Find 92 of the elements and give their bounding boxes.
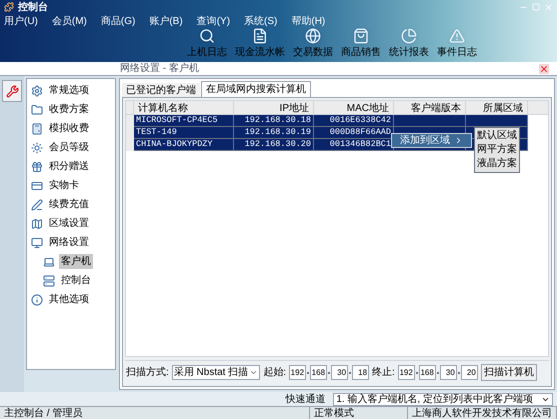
sidebar-item[interactable]: 控制台 (59, 273, 93, 288)
ip-octet-field[interactable]: 192 (289, 365, 306, 380)
menu-item[interactable]: 系统(S) (244, 14, 278, 28)
ip-octet-field[interactable]: 30 (331, 365, 348, 380)
table-cell: MICROSOFT-CP4EC5 (136, 115, 218, 125)
sidebar-item[interactable]: 区域设置 (47, 216, 91, 231)
menu-item[interactable]: 会员(M) (52, 14, 87, 28)
side-tab[interactable] (2, 80, 22, 102)
ip-octet-field[interactable]: 192 (398, 365, 415, 380)
quick-locate-label: 快速通道 (285, 392, 326, 406)
menu-item[interactable]: 帮助(H) (291, 14, 326, 28)
end-label: 终止: (372, 366, 395, 380)
ip-octet-field[interactable]: 168 (310, 365, 328, 380)
sidebar-item[interactable]: 模拟收费 (47, 121, 91, 136)
toolbar-button[interactable]: 交易数据 (292, 28, 334, 60)
status-text: 正常模式 (310, 406, 408, 419)
pen-icon (31, 198, 43, 210)
menu-item[interactable]: 查询(Y) (196, 14, 230, 28)
document-icon (252, 28, 268, 44)
server-icon (43, 274, 55, 286)
table-row[interactable]: MICROSOFT-CP4EC5 192.168.30.18 0016E6338C42 (126, 115, 528, 127)
scan-method-label: 扫描方式: (126, 366, 169, 380)
submenu-item[interactable]: 液晶方案 (477, 157, 517, 171)
globe-icon (305, 28, 321, 44)
window-title: 控制台 (18, 0, 48, 14)
toolbar-button[interactable]: 统计报表 (388, 28, 430, 60)
sidebar-item[interactable]: 常规选项 (47, 83, 91, 98)
card-icon (31, 180, 43, 192)
menu-item[interactable]: 账户(B) (149, 14, 183, 28)
sidebar-item[interactable]: 积分赠送 (47, 159, 91, 174)
sun-icon (31, 142, 43, 154)
menu-item[interactable]: 用户(U) (4, 14, 38, 28)
table-cell: 192.168.30.20 (244, 139, 311, 149)
table-cell: CHINA-BJOKYPDZY (136, 139, 213, 149)
start-label: 起始: (263, 366, 286, 380)
sidebar-item[interactable]: 会员等级 (47, 140, 91, 155)
table-cell: 192.168.30.18 (244, 115, 311, 125)
table-cell: 192.168.30.19 (244, 127, 311, 137)
sidebar-item[interactable]: 客户机 (59, 254, 93, 269)
pie-chart-icon (401, 28, 417, 44)
ip-octet-field[interactable]: 20 (460, 365, 478, 380)
status-text: 上海商人软件开发技术有限公司 (408, 406, 557, 419)
laptop-icon (43, 256, 55, 268)
warning-icon (449, 28, 465, 44)
toolbar-button[interactable]: 商品销售 (340, 28, 382, 60)
breadcrumb: 网络设置 - 客户机 (120, 62, 199, 76)
maximize-icon[interactable] (532, 3, 540, 11)
dot-separator (458, 372, 460, 374)
column-header[interactable]: 计算机名称 (134, 101, 234, 114)
close-icon[interactable] (539, 64, 549, 74)
map-icon (31, 218, 43, 230)
magnifier-icon (199, 28, 215, 44)
sidebar-item[interactable]: 网络设置 (47, 235, 91, 250)
table-cell: 000D88F66AAD (330, 127, 391, 137)
ip-octet-field[interactable]: 168 (418, 365, 436, 380)
tab[interactable]: 在局域网内搜索计算机 (201, 81, 311, 97)
sidebar-item[interactable]: 续费充值 (47, 197, 91, 212)
column-header[interactable]: IP地址 (234, 101, 314, 114)
ip-octet-field[interactable]: 18 (352, 365, 370, 380)
scan-button[interactable]: 扫描计算机 (480, 364, 537, 381)
table-cell: TEST-149 (136, 127, 177, 137)
tab[interactable]: 已登记的客户端 (122, 83, 200, 97)
monitor-icon (31, 236, 43, 248)
sidebar-item[interactable]: 其他选项 (47, 292, 91, 307)
scan-method-dropdown[interactable]: 采用 Nbstat 扫描 (172, 365, 260, 380)
bag-icon (353, 28, 369, 44)
gift-icon (31, 160, 43, 172)
status-text: 主控制台 / 管理员 (0, 406, 310, 419)
dot-separator (349, 372, 352, 374)
gear-icon (31, 84, 43, 96)
dot-separator (328, 372, 330, 374)
menu-item[interactable]: 商品(G) (100, 14, 136, 28)
calculator-icon (31, 122, 43, 134)
table-cell: 0016E6338C42 (330, 115, 391, 125)
sidebar-item[interactable]: 收费方案 (47, 102, 91, 117)
column-header[interactable]: MAC地址 (314, 101, 394, 114)
column-header[interactable]: 客户端版本 (394, 101, 466, 114)
column-header[interactable]: 所属区域 (466, 101, 528, 114)
dot-separator (416, 372, 418, 374)
sidebar-item[interactable]: 实物卡 (47, 178, 81, 193)
wrench-icon (6, 84, 18, 98)
dot-separator (307, 372, 310, 374)
caret-icon (249, 368, 258, 377)
quick-locate-dropdown[interactable]: 1. 输入客户端机名, 定位到列表中此客户端项 (333, 392, 553, 406)
app-icon (4, 2, 14, 12)
info-icon (31, 294, 43, 306)
ip-octet-field[interactable]: 30 (440, 365, 457, 380)
folder-icon (31, 104, 43, 116)
context-menu-item[interactable]: 添加到区域 (391, 133, 472, 148)
toolbar-button[interactable]: 事件日志 (436, 28, 478, 60)
table-cell: 001346B82BC1 (330, 139, 391, 149)
dot-separator (436, 372, 439, 374)
